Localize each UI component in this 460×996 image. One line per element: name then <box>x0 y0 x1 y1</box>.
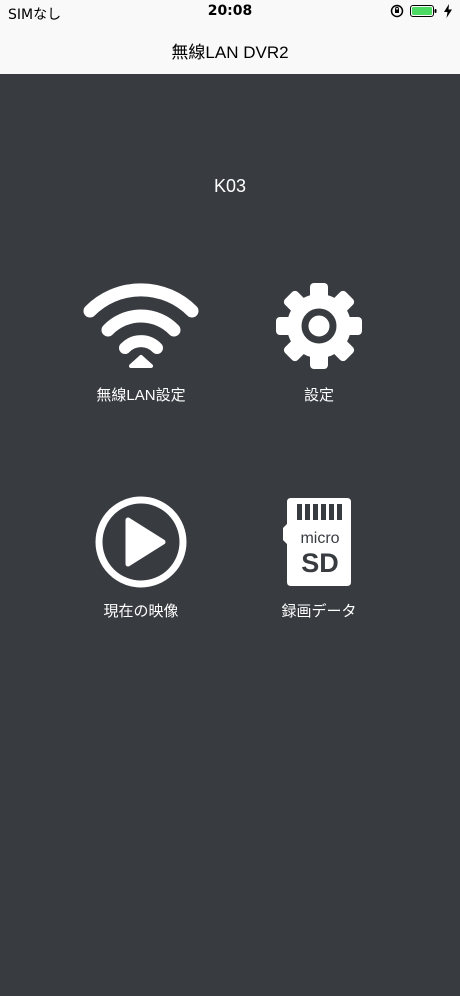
settings-button[interactable]: 設定 <box>229 278 409 405</box>
recorded-data-label: 録画データ <box>281 603 357 620</box>
wifi-settings-button[interactable]: 無線LAN設定 <box>51 278 231 405</box>
play-icon <box>95 496 187 588</box>
microsd-icon: micro SD <box>283 498 351 586</box>
device-name: K03 <box>213 176 247 196</box>
wifi-settings-label: 無線LAN設定 <box>96 387 186 404</box>
live-view-button[interactable]: 現在の映像 <box>51 494 231 621</box>
battery-icon <box>410 5 437 17</box>
microsd-micro-text: micro <box>300 530 339 547</box>
page-title: 無線LAN DVR2 <box>171 43 289 62</box>
main-content: K03 無線LAN設定 設定 現在の映像 micro SD 録画データ <box>0 74 460 996</box>
status-bar: SIMなし 20:08 <box>0 0 460 26</box>
recorded-data-button[interactable]: micro SD 録画データ <box>229 494 409 621</box>
gear-icon <box>276 283 362 369</box>
charging-bolt-icon <box>444 4 452 18</box>
wifi-icon <box>83 283 199 368</box>
settings-label: 設定 <box>303 387 334 404</box>
live-view-label: 現在の映像 <box>103 603 179 620</box>
microsd-sd-text: SD <box>301 548 339 578</box>
navigation-bar: 無線LAN DVR2 <box>0 26 460 75</box>
status-icons <box>390 4 452 18</box>
orientation-lock-icon <box>390 4 404 18</box>
